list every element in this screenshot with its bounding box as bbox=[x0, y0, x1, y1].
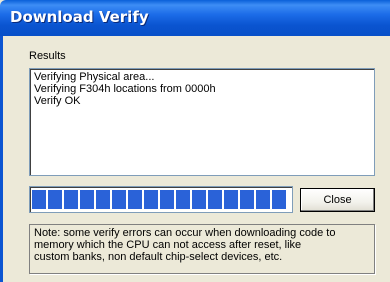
progress-segment bbox=[176, 190, 190, 209]
progress-segment bbox=[32, 190, 46, 209]
note-line: memory which the CPU can not access afte… bbox=[34, 239, 302, 251]
window-frame-edge bbox=[0, 36, 3, 282]
progress-segment bbox=[272, 190, 286, 209]
progress-segment bbox=[144, 190, 158, 209]
results-line: Verifying F304h locations from 0000h bbox=[34, 83, 216, 95]
progress-segment bbox=[240, 190, 254, 209]
results-listbox[interactable]: Verifying Physical area... Verifying F30… bbox=[29, 68, 375, 176]
progress-bar bbox=[29, 186, 293, 213]
note-box: Note: some verify errors can occur when … bbox=[29, 224, 375, 274]
progress-segment bbox=[208, 190, 222, 209]
title-bar[interactable]: Download Verify bbox=[0, 0, 390, 36]
download-verify-dialog: Download Verify Results Verifying Physic… bbox=[0, 0, 390, 282]
progress-segment bbox=[224, 190, 238, 209]
progress-segment bbox=[256, 190, 270, 209]
window-title: Download Verify bbox=[10, 8, 149, 26]
progress-segment bbox=[192, 190, 206, 209]
progress-segment bbox=[128, 190, 142, 209]
progress-segment bbox=[160, 190, 174, 209]
progress-segment bbox=[96, 190, 110, 209]
note-line: custom banks, non default chip-select de… bbox=[34, 251, 283, 263]
progress-segment bbox=[80, 190, 94, 209]
close-button[interactable]: Close bbox=[300, 188, 375, 212]
progress-segment bbox=[112, 190, 126, 209]
progress-segment bbox=[64, 190, 78, 209]
results-line: Verify OK bbox=[34, 95, 81, 107]
results-label: Results bbox=[29, 50, 66, 62]
note-line: Note: some verify errors can occur when … bbox=[34, 227, 336, 239]
results-line: Verifying Physical area... bbox=[34, 71, 155, 83]
progress-segment bbox=[48, 190, 62, 209]
